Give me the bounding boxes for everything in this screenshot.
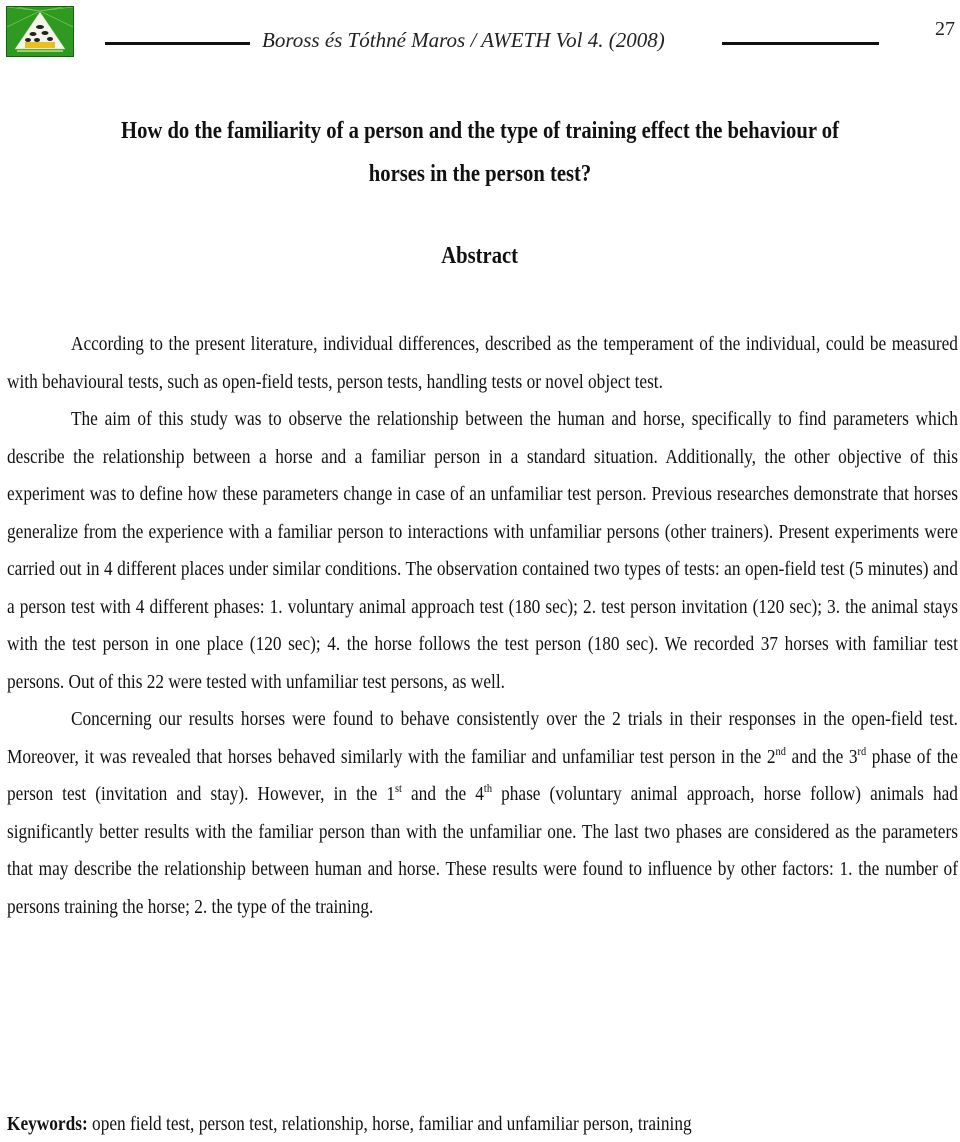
superscript-rd: rd <box>857 743 867 758</box>
page-number: 27 <box>935 18 955 40</box>
paper-title: How do the familiarity of a person and t… <box>0 110 960 196</box>
abstract-paragraph-1: According to the present literature, ind… <box>7 333 958 393</box>
abstract-heading: Abstract <box>0 243 960 270</box>
abstract-paragraph-2: The aim of this study was to observe the… <box>7 408 958 693</box>
p3-text-b: and the 3 <box>785 745 858 768</box>
superscript-th: th <box>483 781 493 795</box>
superscript-st: st <box>394 781 402 795</box>
header-rule-right <box>722 42 879 45</box>
journal-logo-icon <box>6 6 74 57</box>
keywords-label: Keywords: <box>7 1113 88 1135</box>
header-rule-left <box>105 42 250 45</box>
title-line-2: horses in the person test? <box>368 161 592 187</box>
title-line-1: How do the familiarity of a person and t… <box>121 118 839 144</box>
abstract-body: According to the present literature, ind… <box>7 326 958 926</box>
p3-text-d: and the 4 <box>401 783 484 805</box>
abstract-paragraph-3: Concerning our results horses were found… <box>7 701 958 926</box>
superscript-nd: nd <box>775 743 786 758</box>
keywords: Keywords: open field test, person test, … <box>7 1113 692 1136</box>
abstract-heading-text: Abstract <box>441 243 519 269</box>
running-head: Boross és Tóthné Maros / AWETH Vol 4. (2… <box>262 28 665 52</box>
keywords-text: open field test, person test, relationsh… <box>87 1113 692 1135</box>
